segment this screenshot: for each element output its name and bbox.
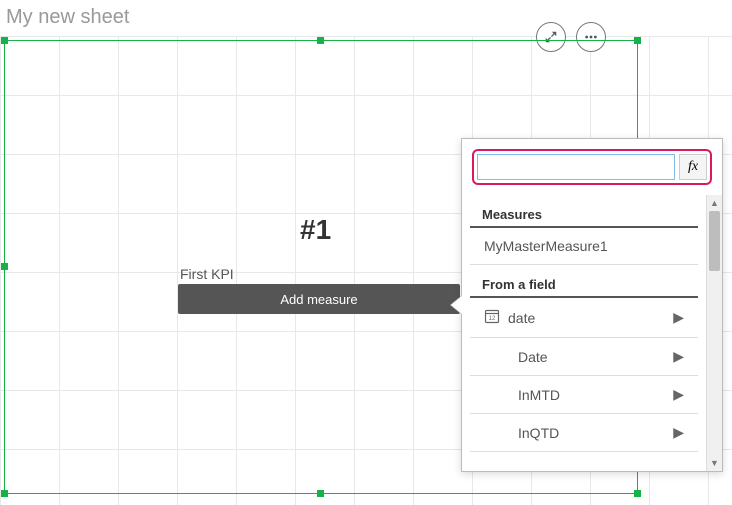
add-measure-button[interactable]: Add measure: [178, 284, 460, 314]
sheet-title: My new sheet: [6, 6, 129, 29]
resize-handle-tm[interactable]: [317, 37, 324, 44]
resize-handle-tr[interactable]: [634, 37, 641, 44]
chevron-right-icon: ▶: [673, 309, 684, 326]
scrollbar[interactable]: ▲ ▼: [706, 195, 722, 471]
field-item-date[interactable]: 12 date ▶: [470, 298, 698, 338]
field-item-InQTD[interactable]: InQTD ▶: [470, 414, 698, 452]
chevron-right-icon: ▶: [673, 386, 684, 403]
field-item-label: Date: [518, 349, 548, 365]
chevron-right-icon: ▶: [673, 348, 684, 365]
search-row: fx: [472, 149, 712, 185]
field-item-label: InMTD: [518, 387, 560, 403]
kpi-value: #1: [300, 214, 331, 246]
resize-handle-bm[interactable]: [317, 490, 324, 497]
field-item-InMTD[interactable]: InMTD ▶: [470, 376, 698, 414]
calendar-icon: 12: [484, 308, 500, 327]
popover-list: Measures MyMasterMeasure1 From a field 1…: [462, 195, 722, 471]
resize-handle-tl[interactable]: [1, 37, 8, 44]
field-item-Date[interactable]: Date ▶: [470, 338, 698, 376]
svg-text:12: 12: [489, 316, 496, 322]
field-item-label: InQTD: [518, 425, 559, 441]
section-fromfield-header: From a field: [470, 271, 698, 298]
resize-handle-ml[interactable]: [1, 263, 8, 270]
measure-item-label: MyMasterMeasure1: [484, 238, 608, 254]
chevron-right-icon: ▶: [673, 424, 684, 441]
scroll-up-button[interactable]: ▲: [707, 195, 722, 211]
scroll-down-button[interactable]: ▼: [707, 455, 722, 471]
search-input[interactable]: [477, 154, 675, 180]
resize-handle-bl[interactable]: [1, 490, 8, 497]
resize-handle-br[interactable]: [634, 490, 641, 497]
measure-popover: fx Measures MyMasterMeasure1 From a fiel…: [461, 138, 723, 472]
popover-arrow: [451, 296, 462, 314]
scroll-thumb[interactable]: [709, 211, 720, 271]
section-measures-header: Measures: [470, 201, 698, 228]
field-item-label: date: [508, 310, 535, 326]
kpi-label: First KPI: [180, 266, 234, 282]
fx-button[interactable]: fx: [679, 154, 707, 180]
measure-item[interactable]: MyMasterMeasure1: [470, 228, 698, 265]
